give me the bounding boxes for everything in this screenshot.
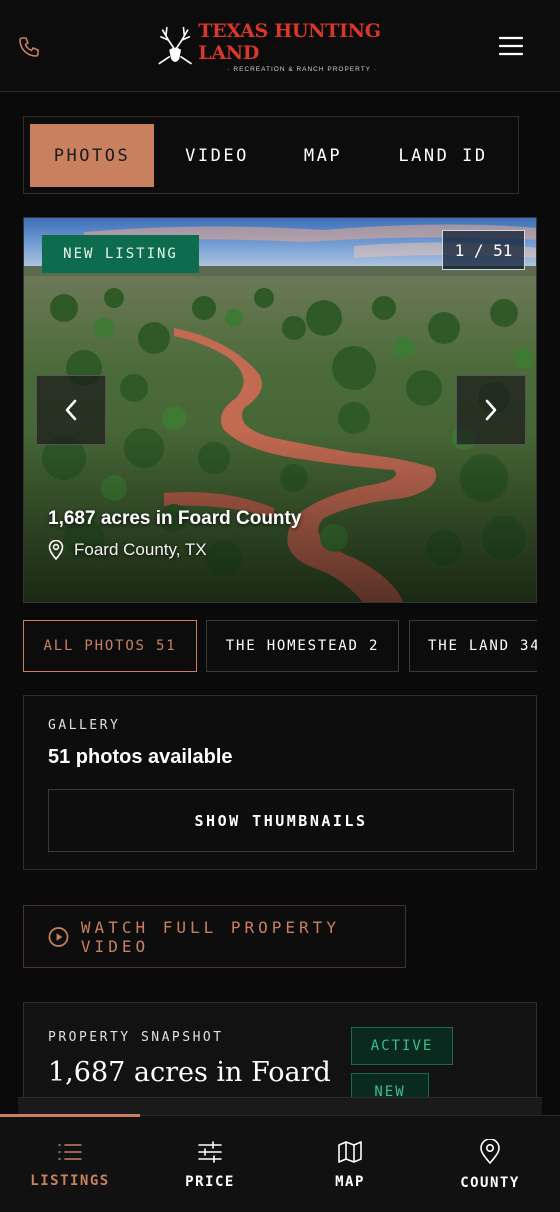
media-tabs: PHOTOS VIDEO MAP LAND ID: [23, 116, 519, 194]
nav-county-label: COUNTY: [460, 1174, 520, 1191]
site-logo[interactable]: TEXAS HUNTING LAND · RECREATION & RANCH …: [156, 19, 406, 73]
chip-the-land[interactable]: THE LAND 34: [409, 620, 537, 672]
nav-map[interactable]: MAP: [280, 1116, 420, 1212]
status-badge-active: ACTIVE: [351, 1027, 453, 1065]
hamburger-menu-icon: [498, 36, 524, 56]
nav-price[interactable]: PRICE: [140, 1116, 280, 1212]
snapshot-label: PROPERTY SNAPSHOT: [48, 1030, 224, 1045]
bottom-navigation: LISTINGS PRICE MAP COUNTY: [0, 1114, 560, 1212]
bottom-sheet-edge: [18, 1097, 542, 1115]
site-header: TEXAS HUNTING LAND · RECREATION & RANCH …: [0, 0, 560, 92]
nav-map-label: MAP: [335, 1173, 365, 1190]
map-icon: [338, 1140, 362, 1163]
nav-listings[interactable]: LISTINGS: [0, 1116, 140, 1212]
snapshot-title: 1,687 acres in Foard: [48, 1057, 331, 1088]
chip-all-photos[interactable]: ALL PHOTOS 51: [23, 620, 197, 672]
gallery-label: GALLERY: [48, 718, 121, 733]
listing-location: Foard County, TX: [48, 540, 207, 560]
bottom-navigation-area: LISTINGS PRICE MAP COUNTY: [0, 1097, 560, 1212]
logo-subtitle: · RECREATION & RANCH PROPERTY ·: [227, 65, 377, 73]
gallery-card: GALLERY 51 photos available SHOW THUMBNA…: [23, 695, 537, 870]
deer-antler-logo-icon: [158, 26, 192, 65]
photo-category-chips: ALL PHOTOS 51 THE HOMESTEAD 2 THE LAND 3…: [23, 620, 537, 672]
watch-video-button[interactable]: WATCH FULL PROPERTY VIDEO: [23, 905, 406, 968]
photo-counter: 1 / 51: [442, 230, 525, 270]
gallery-photo-count: 51 photos available: [48, 746, 233, 768]
next-photo-button[interactable]: [456, 375, 526, 445]
nav-listings-label: LISTINGS: [30, 1172, 110, 1189]
phone-icon: [19, 37, 39, 57]
listing-title: 1,687 acres in Foard County: [48, 508, 302, 529]
chevron-right-icon: [485, 399, 497, 421]
tab-map[interactable]: MAP: [280, 124, 366, 187]
menu-button[interactable]: [496, 32, 526, 60]
play-circle-icon: [48, 926, 69, 947]
nav-price-label: PRICE: [185, 1173, 235, 1190]
watch-video-label: WATCH FULL PROPERTY VIDEO: [80, 917, 340, 956]
chip-the-homestead[interactable]: THE HOMESTEAD 2: [206, 620, 399, 672]
sliders-icon: [198, 1140, 222, 1163]
new-listing-badge: NEW LISTING: [42, 235, 199, 273]
tab-video[interactable]: VIDEO: [164, 124, 270, 187]
list-icon: [58, 1143, 82, 1160]
logo-title: TEXAS HUNTING LAND: [198, 19, 381, 64]
location-pin-icon: [480, 1138, 500, 1164]
nav-county[interactable]: COUNTY: [420, 1116, 560, 1212]
tab-photos[interactable]: PHOTOS: [30, 124, 154, 187]
chevron-left-icon: [65, 399, 77, 421]
phone-button[interactable]: [14, 32, 44, 62]
show-thumbnails-button[interactable]: SHOW THUMBNAILS: [48, 789, 514, 852]
listing-location-text: Foard County, TX: [74, 540, 207, 559]
tab-land-id[interactable]: LAND ID: [376, 124, 510, 187]
hero-photo-carousel[interactable]: NEW LISTING 1 / 51 1,687 acres in Foard …: [23, 217, 537, 603]
previous-photo-button[interactable]: [36, 375, 106, 445]
location-pin-icon: [48, 540, 64, 560]
